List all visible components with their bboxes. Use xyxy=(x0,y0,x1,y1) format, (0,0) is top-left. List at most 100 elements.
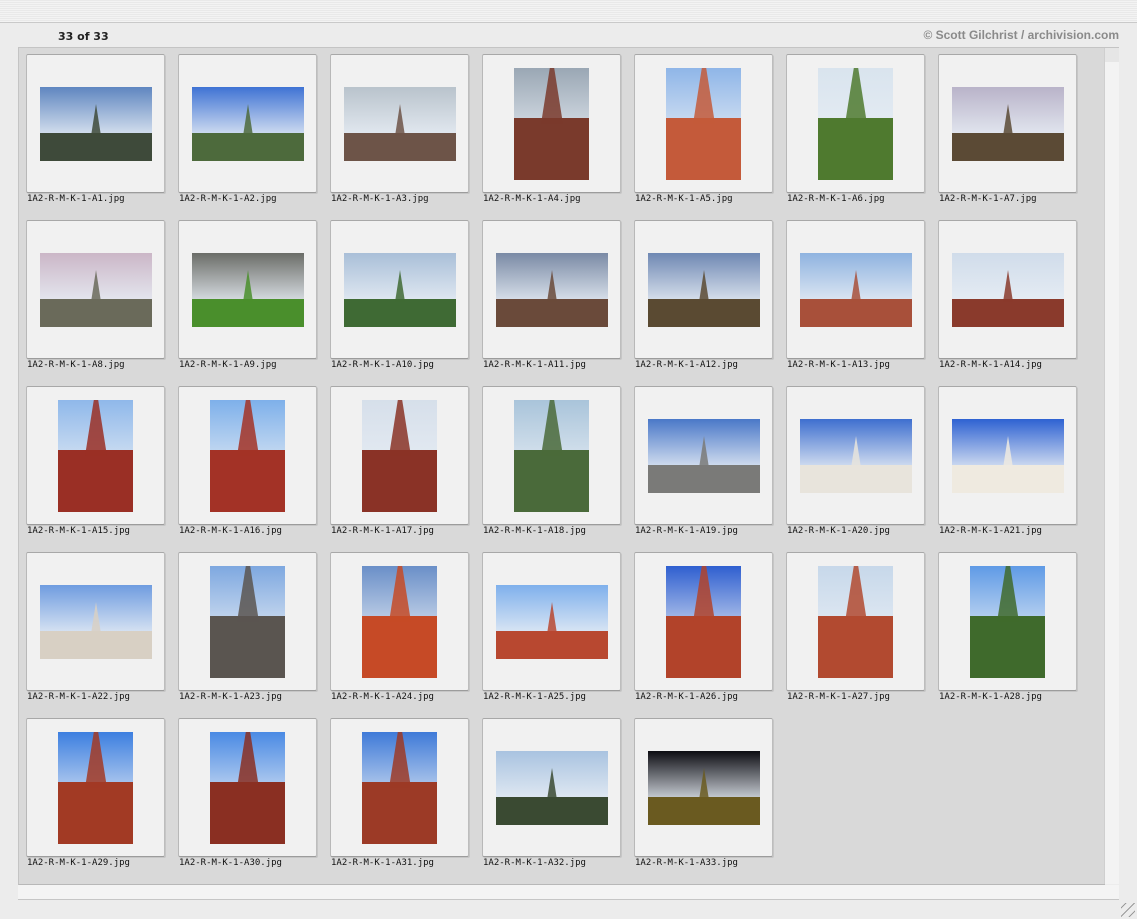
thumbnail-frame[interactable] xyxy=(938,386,1077,525)
thumbnail-frame[interactable] xyxy=(634,54,773,193)
thumbnail-image[interactable] xyxy=(800,253,912,327)
thumbnail-item[interactable]: 1A2-R-M-K-1-A29.jpg xyxy=(19,712,171,872)
thumbnail-item[interactable]: 1A2-R-M-K-1-A23.jpg xyxy=(171,546,323,706)
thumbnail-image[interactable] xyxy=(496,585,608,659)
thumbnail-frame[interactable] xyxy=(26,718,165,857)
thumbnail-frame[interactable] xyxy=(178,386,317,525)
thumbnail-image[interactable] xyxy=(496,253,608,327)
thumbnail-image[interactable] xyxy=(818,68,893,180)
thumbnail-frame[interactable] xyxy=(786,552,925,691)
thumbnail-item[interactable]: 1A2-R-M-K-1-A4.jpg xyxy=(475,48,627,208)
thumbnail-frame[interactable] xyxy=(634,552,773,691)
thumbnail-image[interactable] xyxy=(362,400,437,512)
thumbnail-frame[interactable] xyxy=(786,220,925,359)
thumbnail-item[interactable]: 1A2-R-M-K-1-A26.jpg xyxy=(627,546,779,706)
thumbnail-image[interactable] xyxy=(210,732,285,844)
thumbnail-image[interactable] xyxy=(210,566,285,678)
thumbnail-frame[interactable] xyxy=(178,718,317,857)
thumbnail-item[interactable]: 1A2-R-M-K-1-A5.jpg xyxy=(627,48,779,208)
thumbnail-frame[interactable] xyxy=(178,552,317,691)
thumbnail-image[interactable] xyxy=(40,253,152,327)
thumbnail-frame[interactable] xyxy=(330,54,469,193)
thumbnail-frame[interactable] xyxy=(938,220,1077,359)
thumbnail-image[interactable] xyxy=(192,253,304,327)
thumbnail-frame[interactable] xyxy=(330,718,469,857)
thumbnail-item[interactable]: 1A2-R-M-K-1-A24.jpg xyxy=(323,546,475,706)
thumbnail-image[interactable] xyxy=(952,87,1064,161)
thumbnail-image[interactable] xyxy=(666,566,741,678)
thumbnail-image[interactable] xyxy=(40,87,152,161)
thumbnail-item[interactable]: 1A2-R-M-K-1-A1.jpg xyxy=(19,48,171,208)
thumbnail-item[interactable]: 1A2-R-M-K-1-A18.jpg xyxy=(475,380,627,540)
thumbnail-image[interactable] xyxy=(648,253,760,327)
thumbnail-item[interactable]: 1A2-R-M-K-1-A7.jpg xyxy=(931,48,1083,208)
thumbnail-image[interactable] xyxy=(496,751,608,825)
thumbnail-item[interactable]: 1A2-R-M-K-1-A17.jpg xyxy=(323,380,475,540)
thumbnail-image[interactable] xyxy=(952,253,1064,327)
thumbnail-item[interactable]: 1A2-R-M-K-1-A22.jpg xyxy=(19,546,171,706)
thumbnail-image[interactable] xyxy=(362,732,437,844)
thumbnail-item[interactable]: 1A2-R-M-K-1-A16.jpg xyxy=(171,380,323,540)
thumbnail-image[interactable] xyxy=(40,585,152,659)
resize-grip-icon[interactable] xyxy=(1121,903,1135,917)
thumbnail-image[interactable] xyxy=(514,400,589,512)
thumbnail-image[interactable] xyxy=(344,87,456,161)
thumbnail-frame[interactable] xyxy=(26,552,165,691)
thumbnail-image[interactable] xyxy=(800,419,912,493)
thumbnail-frame[interactable] xyxy=(634,220,773,359)
thumbnail-item[interactable]: 1A2-R-M-K-1-A19.jpg xyxy=(627,380,779,540)
thumbnail-item[interactable]: 1A2-R-M-K-1-A25.jpg xyxy=(475,546,627,706)
thumbnail-item[interactable]: 1A2-R-M-K-1-A32.jpg xyxy=(475,712,627,872)
thumbnail-frame[interactable] xyxy=(634,386,773,525)
thumbnail-frame[interactable] xyxy=(482,220,621,359)
thumbnail-item[interactable]: 1A2-R-M-K-1-A11.jpg xyxy=(475,214,627,374)
thumbnail-frame[interactable] xyxy=(330,220,469,359)
thumbnail-frame[interactable] xyxy=(938,54,1077,193)
thumbnail-item[interactable]: 1A2-R-M-K-1-A31.jpg xyxy=(323,712,475,872)
vertical-scrollbar[interactable] xyxy=(1104,62,1119,884)
thumbnail-frame[interactable] xyxy=(482,552,621,691)
thumbnail-frame[interactable] xyxy=(178,54,317,193)
thumbnail-frame[interactable] xyxy=(26,54,165,193)
thumbnail-item[interactable]: 1A2-R-M-K-1-A27.jpg xyxy=(779,546,931,706)
thumbnail-item[interactable]: 1A2-R-M-K-1-A12.jpg xyxy=(627,214,779,374)
thumbnail-item[interactable]: 1A2-R-M-K-1-A10.jpg xyxy=(323,214,475,374)
thumbnail-image[interactable] xyxy=(666,68,741,180)
thumbnail-frame[interactable] xyxy=(634,718,773,857)
thumbnail-frame[interactable] xyxy=(26,220,165,359)
thumbnail-image[interactable] xyxy=(952,419,1064,493)
thumbnail-item[interactable]: 1A2-R-M-K-1-A9.jpg xyxy=(171,214,323,374)
thumbnail-image[interactable] xyxy=(970,566,1045,678)
thumbnail-image[interactable] xyxy=(818,566,893,678)
thumbnail-item[interactable]: 1A2-R-M-K-1-A13.jpg xyxy=(779,214,931,374)
thumbnail-item[interactable]: 1A2-R-M-K-1-A3.jpg xyxy=(323,48,475,208)
thumbnail-image[interactable] xyxy=(362,566,437,678)
thumbnail-item[interactable]: 1A2-R-M-K-1-A28.jpg xyxy=(931,546,1083,706)
thumbnail-image[interactable] xyxy=(344,253,456,327)
thumbnail-image[interactable] xyxy=(192,87,304,161)
thumbnail-image[interactable] xyxy=(210,400,285,512)
thumbnail-image[interactable] xyxy=(648,751,760,825)
thumbnail-item[interactable]: 1A2-R-M-K-1-A15.jpg xyxy=(19,380,171,540)
thumbnail-item[interactable]: 1A2-R-M-K-1-A20.jpg xyxy=(779,380,931,540)
thumbnail-frame[interactable] xyxy=(482,718,621,857)
thumbnail-frame[interactable] xyxy=(786,54,925,193)
thumbnail-frame[interactable] xyxy=(178,220,317,359)
thumbnail-item[interactable]: 1A2-R-M-K-1-A6.jpg xyxy=(779,48,931,208)
thumbnail-item[interactable]: 1A2-R-M-K-1-A2.jpg xyxy=(171,48,323,208)
thumbnail-frame[interactable] xyxy=(330,386,469,525)
thumbnail-item[interactable]: 1A2-R-M-K-1-A30.jpg xyxy=(171,712,323,872)
thumbnail-image[interactable] xyxy=(648,419,760,493)
thumbnail-frame[interactable] xyxy=(26,386,165,525)
scrollbar-up-button[interactable] xyxy=(1104,48,1119,62)
thumbnail-frame[interactable] xyxy=(938,552,1077,691)
thumbnail-item[interactable]: 1A2-R-M-K-1-A8.jpg xyxy=(19,214,171,374)
thumbnail-frame[interactable] xyxy=(786,386,925,525)
thumbnail-item[interactable]: 1A2-R-M-K-1-A21.jpg xyxy=(931,380,1083,540)
thumbnail-item[interactable]: 1A2-R-M-K-1-A33.jpg xyxy=(627,712,779,872)
thumbnail-frame[interactable] xyxy=(482,386,621,525)
thumbnail-image[interactable] xyxy=(58,732,133,844)
thumbnail-item[interactable]: 1A2-R-M-K-1-A14.jpg xyxy=(931,214,1083,374)
thumbnail-image[interactable] xyxy=(514,68,589,180)
thumbnail-frame[interactable] xyxy=(482,54,621,193)
